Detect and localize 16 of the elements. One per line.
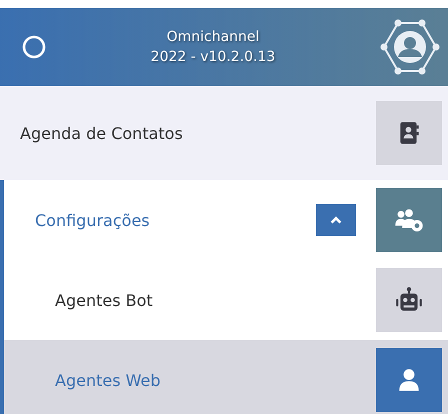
- circle-icon[interactable]: [22, 35, 46, 59]
- app-version: 2022 - v10.2.0.13: [150, 49, 276, 65]
- menu-label: Configurações: [35, 210, 151, 230]
- icon-tile[interactable]: [376, 101, 442, 165]
- menu-item[interactable]: Agenda de Contatos: [0, 86, 448, 180]
- robot-icon: [394, 287, 424, 313]
- user-network-icon: [380, 19, 440, 75]
- submenu-item[interactable]: Agentes Web: [4, 340, 448, 414]
- menu-label: Agentes Web: [55, 370, 162, 390]
- icon-tile[interactable]: [376, 188, 442, 252]
- app-title: Omnichannel: [166, 29, 260, 45]
- icon-tile[interactable]: [376, 348, 442, 412]
- menu-label: Agentes Bot: [55, 290, 154, 310]
- icon-tile[interactable]: [376, 268, 442, 332]
- menu-label: Agenda de Contatos: [20, 124, 184, 142]
- chevron-button[interactable]: [316, 204, 356, 236]
